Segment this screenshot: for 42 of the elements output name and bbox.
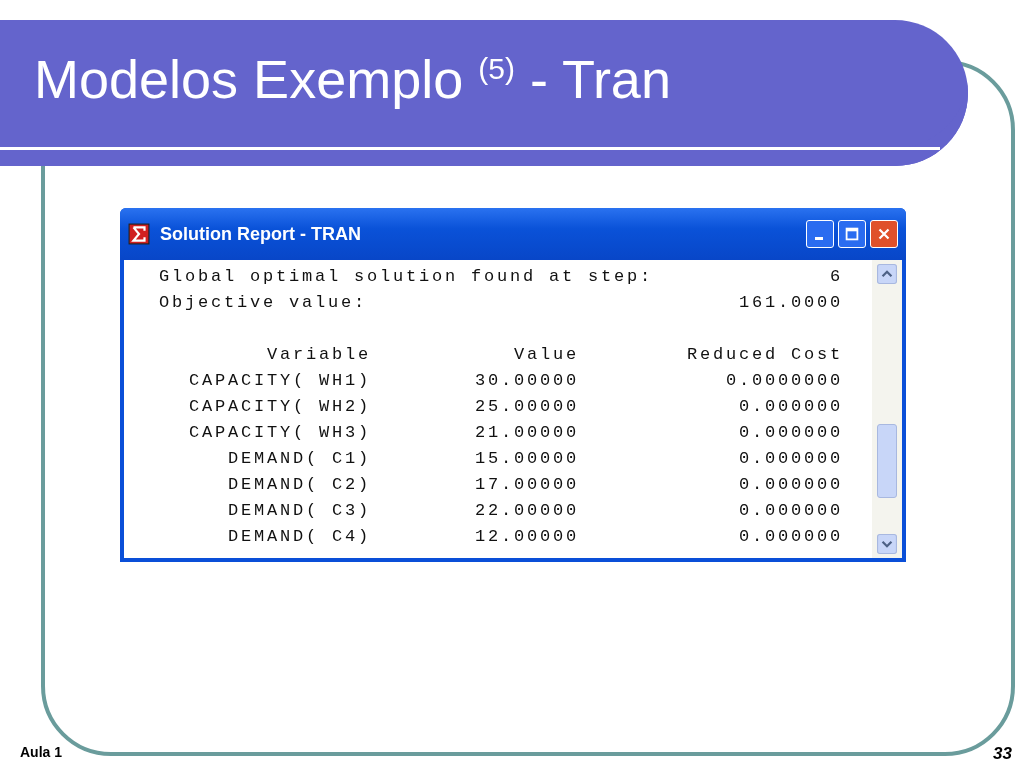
summary-label: Global optimal solution found at step: — [159, 266, 654, 288]
table-cell-text: 0.0000000 — [725, 370, 843, 392]
minimize-icon — [814, 237, 823, 240]
scroll-thumb[interactable] — [877, 424, 897, 498]
column-header: Reduced Cost — [685, 344, 843, 366]
summary-value: 6 — [830, 266, 843, 288]
scroll-up-icon[interactable] — [877, 264, 897, 284]
minimize-button[interactable] — [806, 220, 834, 248]
table-cell-text: CAPACITY( WH2) — [187, 396, 371, 418]
sigma-icon — [128, 223, 150, 245]
table-cell-text: 0.000000 — [738, 448, 843, 470]
table-cell-text: 22.00000 — [474, 500, 579, 522]
column-header: Value — [513, 344, 579, 366]
table-cell-text: 25.00000 — [474, 396, 579, 418]
scrollbar[interactable] — [872, 260, 902, 558]
summary-value: 161.0000 — [739, 292, 843, 314]
table-cell-text: 0.000000 — [738, 526, 843, 548]
table-cell-text: 0.000000 — [738, 396, 843, 418]
window-title: Solution Report - TRAN — [160, 223, 362, 245]
maximize-icon — [843, 225, 861, 243]
table-cell-text: 17.00000 — [474, 474, 579, 496]
footer-text: Aula 1 — [20, 744, 62, 762]
page-number: 33 — [993, 744, 1012, 764]
table-cell-text: DEMAND( C3) — [226, 500, 371, 522]
table-cell-text: 30.00000 — [474, 370, 579, 392]
summary-label: Objective value: — [159, 292, 368, 314]
maximize-button[interactable] — [838, 220, 866, 248]
table-cell-text: CAPACITY( WH1) — [187, 370, 371, 392]
slide-title: Modelos Exemplo $^{(5)}$ - Tran — [34, 48, 671, 110]
scroll-down-icon[interactable] — [877, 534, 897, 554]
table-cell-text: 21.00000 — [474, 422, 579, 444]
column-header: Variable — [266, 344, 371, 366]
close-button[interactable] — [870, 220, 898, 248]
table-cell-text: 0.000000 — [738, 474, 843, 496]
table-cell-text: 12.00000 — [474, 526, 579, 548]
table-cell-text: 15.00000 — [474, 448, 579, 470]
table-cell-text: DEMAND( C2) — [226, 474, 371, 496]
table-cell-text: 0.000000 — [738, 422, 843, 444]
table-cell-text: DEMAND( C4) — [226, 526, 371, 548]
table-cell-text: DEMAND( C1) — [226, 448, 371, 470]
table-cell-text: 0.000000 — [738, 500, 843, 522]
table-cell-text: CAPACITY( WH3) — [187, 422, 371, 444]
